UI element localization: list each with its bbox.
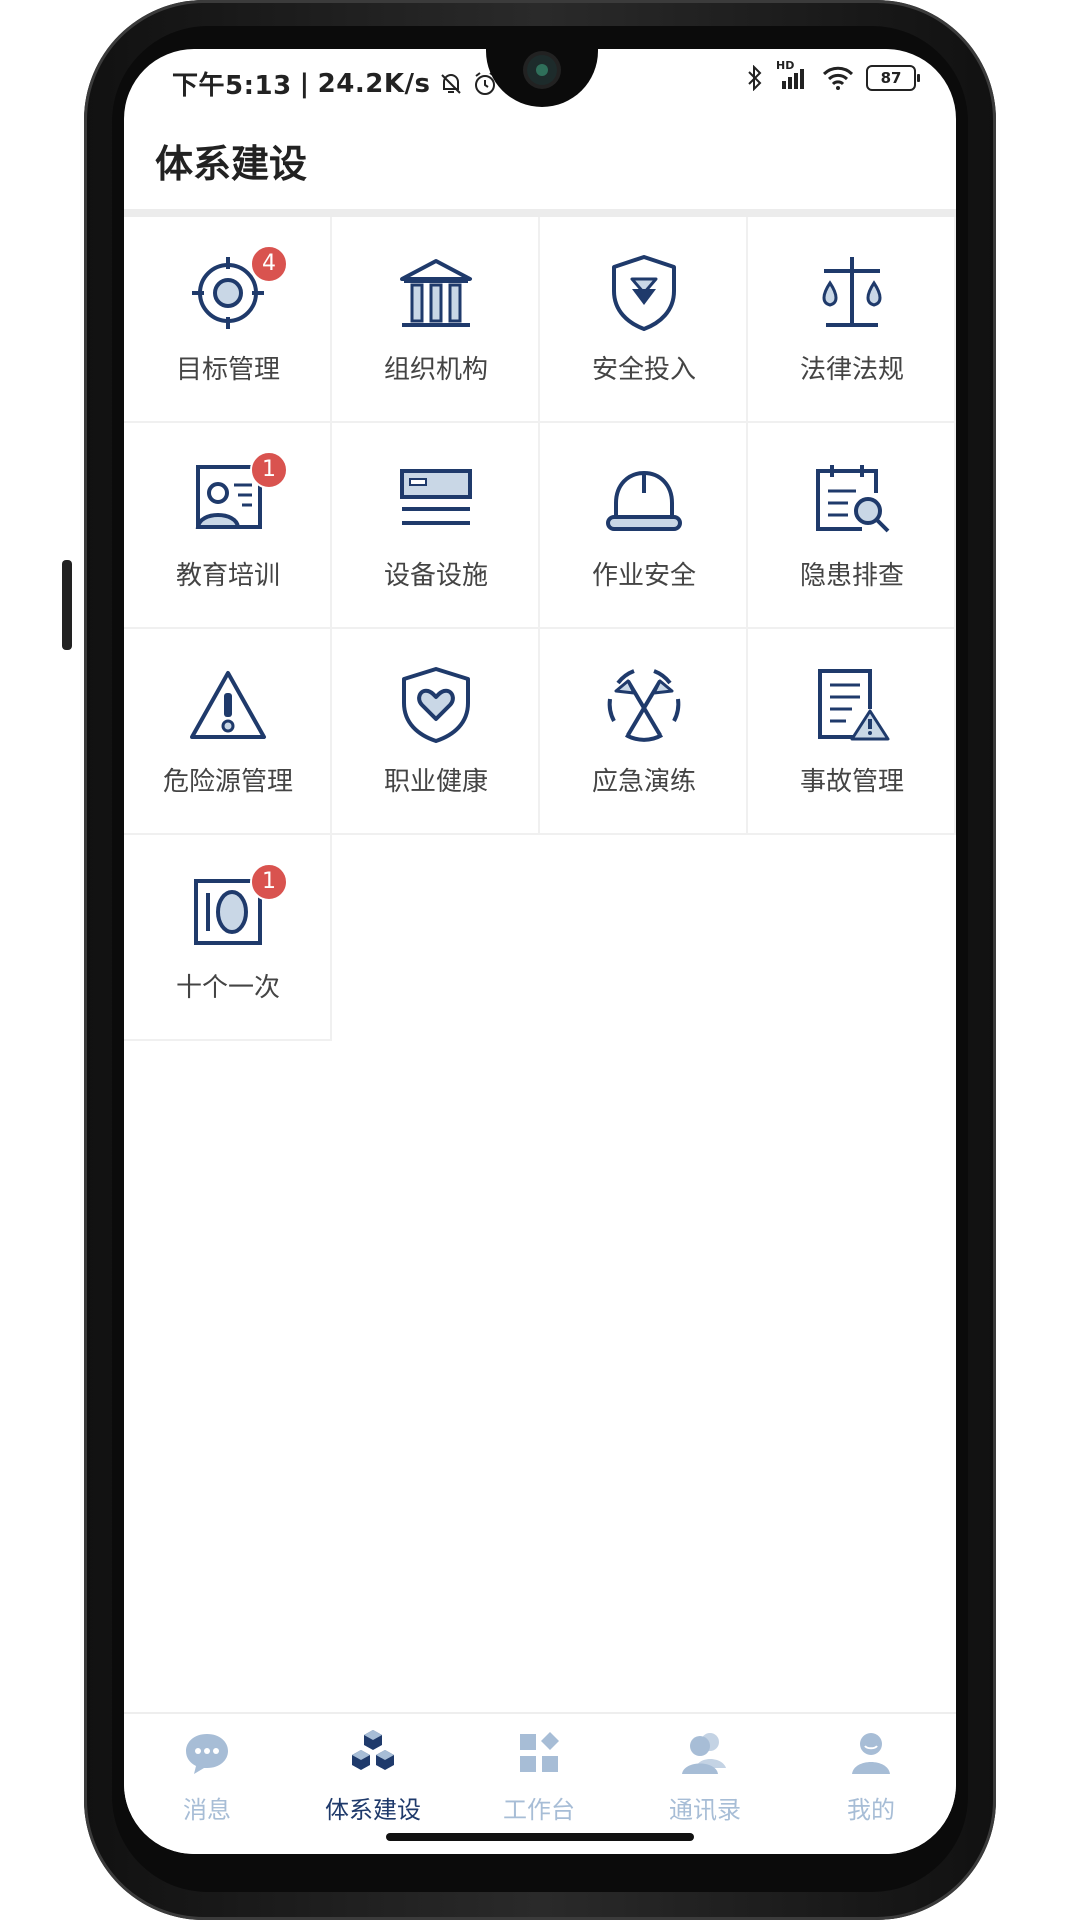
tab-label: 工作台 (503, 1796, 575, 1824)
status-left: 下午5:13 | 24.2K/s (172, 65, 498, 102)
module-label: 事故管理 (799, 767, 904, 797)
module-label: 应急演练 (591, 767, 696, 797)
volume-button-left (62, 560, 72, 650)
app-screen: 下午5:13 | 24.2K/s HD 87 体系建设 4 目标管理 组织机构 … (124, 49, 956, 1854)
module-equipment-facilities[interactable]: 设备设施 (332, 423, 540, 629)
tab-workbench[interactable]: 工作台 (456, 1728, 622, 1825)
tab-label: 通讯录 (669, 1796, 741, 1824)
module-label: 法律法规 (799, 355, 904, 385)
notification-badge: 1 (250, 863, 288, 901)
tab-system-construction[interactable]: 体系建设 (290, 1728, 456, 1825)
title-divider (124, 209, 956, 217)
module-label: 设备设施 (383, 561, 488, 591)
camera-notch (486, 49, 598, 107)
profile-icon (852, 1733, 890, 1774)
module-occupational-health[interactable]: 职业健康 (332, 629, 540, 835)
module-label: 教育培训 (175, 561, 280, 591)
front-camera (527, 55, 557, 85)
status-right: HD 87 (746, 59, 920, 91)
cubes-icon (352, 1730, 394, 1770)
notification-badge: 1 (250, 451, 288, 489)
wifi-icon (822, 66, 854, 90)
tab-label: 体系建设 (325, 1796, 421, 1824)
tab-profile[interactable]: 我的 (788, 1728, 954, 1825)
module-label: 危险源管理 (162, 767, 293, 797)
module-label: 安全投入 (591, 355, 696, 385)
accident-report-icon (818, 669, 890, 741)
equipment-icon (400, 469, 472, 525)
module-label: 职业健康 (383, 767, 488, 797)
module-label: 组织机构 (383, 355, 488, 385)
signal-hd-icon: HD (776, 59, 810, 91)
flags-icon (607, 669, 681, 742)
health-shield-icon (402, 667, 470, 743)
tab-contacts[interactable]: 通讯录 (622, 1728, 788, 1825)
tab-messages[interactable]: 消息 (124, 1728, 290, 1825)
notification-badge: 4 (250, 245, 288, 283)
module-ten-once[interactable]: 1 十个一次 (124, 835, 332, 1041)
module-target-management[interactable]: 4 目标管理 (124, 217, 332, 423)
module-organization[interactable]: 组织机构 (332, 217, 540, 423)
module-education-training[interactable]: 1 教育培训 (124, 423, 332, 629)
tab-label: 我的 (847, 1796, 895, 1824)
warning-icon (190, 671, 266, 739)
module-label: 作业安全 (591, 561, 696, 591)
status-bar: 下午5:13 | 24.2K/s HD 87 (124, 49, 956, 121)
module-operation-safety[interactable]: 作业安全 (540, 423, 748, 629)
page-title: 体系建设 (155, 142, 308, 186)
status-time: 下午5:13 (172, 71, 292, 101)
module-emergency-drill[interactable]: 应急演练 (540, 629, 748, 835)
module-accident-management[interactable]: 事故管理 (748, 629, 956, 835)
contacts-icon (682, 1733, 726, 1774)
module-laws-regulations[interactable]: 法律法规 (748, 217, 956, 423)
bluetooth-icon (748, 65, 762, 91)
module-hazard-inspection[interactable]: 隐患排查 (748, 423, 956, 629)
mute-bell-icon (441, 73, 462, 94)
building-icon (400, 259, 472, 327)
battery-indicator: 87 (866, 65, 920, 91)
module-hazard-source-management[interactable]: 危险源管理 (124, 629, 332, 835)
shield-arrow-icon (612, 255, 676, 331)
chat-bubble-icon (186, 1734, 228, 1774)
status-separator: | (299, 68, 310, 99)
tab-label: 消息 (183, 1796, 231, 1824)
module-label: 目标管理 (175, 355, 280, 385)
workbench-icon (520, 1732, 559, 1772)
inspection-icon (816, 465, 890, 533)
home-indicator[interactable] (386, 1833, 694, 1841)
helmet-icon (606, 470, 682, 531)
module-label: 十个一次 (175, 973, 280, 1003)
scales-icon (822, 257, 882, 327)
module-label: 隐患排查 (799, 561, 904, 591)
module-safety-investment[interactable]: 安全投入 (540, 217, 748, 423)
status-network-speed: 24.2K/s (317, 68, 431, 99)
